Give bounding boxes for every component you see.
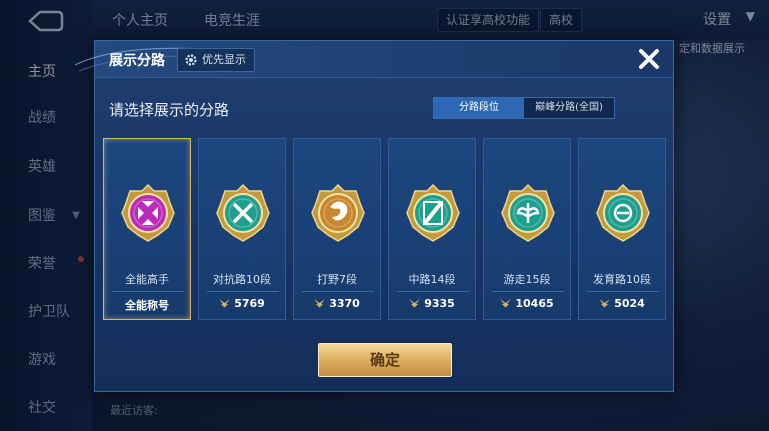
lane-card-value: 9335 — [389, 297, 475, 310]
tab-peak-lane[interactable]: 巅峰分路(全国) — [524, 98, 614, 118]
lane-card-value-text: 3370 — [329, 297, 360, 310]
card-divider — [207, 291, 279, 292]
rank-points-icon — [314, 299, 326, 308]
lane-card-name: 中路14段 — [408, 273, 456, 286]
lane-card[interactable]: 中路14段 9335 — [388, 138, 476, 320]
mid-lane-emblem-icon — [406, 183, 460, 242]
lane-card-value-text: 5024 — [614, 297, 645, 310]
lane-card[interactable]: 全能高手 全能称号 — [103, 138, 191, 320]
lane-card-value: 10465 — [484, 297, 570, 310]
lane-card-name: 游走15段 — [503, 273, 551, 286]
rank-points-icon — [500, 299, 512, 308]
card-divider — [397, 291, 469, 292]
card-divider — [112, 291, 184, 292]
omni-emblem-icon — [121, 183, 175, 242]
lane-card-value-text: 5769 — [234, 297, 265, 310]
rank-points-icon — [409, 299, 421, 308]
lane-card[interactable]: 打野7段 3370 — [293, 138, 381, 320]
lane-card[interactable]: 发育路10段 5024 — [578, 138, 666, 320]
lane-card-name: 全能高手 — [125, 273, 169, 286]
gear-icon — [185, 54, 197, 66]
tab-lane-rank[interactable]: 分路段位 — [434, 98, 524, 118]
priority-display-button[interactable]: 优先显示 — [177, 48, 255, 72]
lane-card-value-text: 全能称号 — [125, 299, 169, 312]
lane-card[interactable]: 游走15段 10465 — [483, 138, 571, 320]
dialog-header: 展示分路 优先显示 — [75, 41, 673, 78]
lane-card-value: 5769 — [199, 297, 285, 310]
jungle-emblem-icon — [311, 183, 365, 242]
lane-card-name: 打野7段 — [317, 273, 357, 286]
lane-card-value: 5024 — [579, 297, 665, 310]
lane-card-value: 3370 — [294, 297, 380, 310]
confirm-button[interactable]: 确定 — [318, 343, 452, 377]
rank-points-icon — [599, 299, 611, 308]
lane-card[interactable]: 对抗路10段 5769 — [198, 138, 286, 320]
lane-card-value-text: 9335 — [424, 297, 455, 310]
lane-card-name: 对抗路10段 — [213, 273, 271, 286]
lane-card-name: 发育路10段 — [593, 273, 651, 286]
dialog-title: 展示分路 — [109, 53, 165, 69]
clash-lane-emblem-icon — [216, 183, 270, 242]
view-toggle: 分路段位 巅峰分路(全国) — [433, 97, 615, 119]
lane-card-value: 全能称号 — [104, 297, 190, 313]
card-divider — [302, 291, 374, 292]
lane-display-dialog: 展示分路 优先显示 请选择展示的分路 分路段位 巅峰分路(全国) 全能高手全能称… — [75, 40, 674, 392]
roam-emblem-icon — [501, 183, 555, 242]
rank-points-icon — [219, 299, 231, 308]
lane-cards: 全能高手 全能称号 对抗路10段 5769 打野7段 3370 中路14段 9335 游走15段… — [103, 138, 667, 320]
dialog-subtitle: 请选择展示的分路 — [109, 101, 230, 119]
close-icon[interactable] — [635, 45, 663, 73]
card-divider — [492, 291, 564, 292]
lane-card-value-text: 10465 — [515, 297, 554, 310]
farm-lane-emblem-icon — [596, 183, 650, 242]
card-divider — [587, 291, 659, 292]
